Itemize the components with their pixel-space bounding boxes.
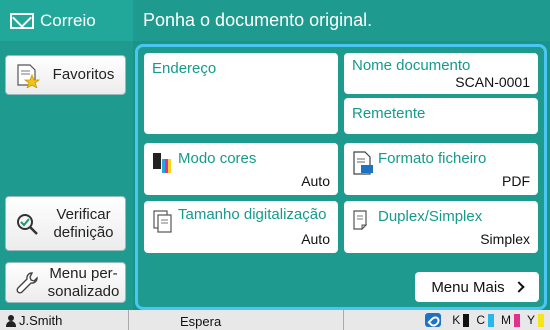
left-sidebar: Correio Favoritos Verificar definição Me…: [0, 0, 133, 310]
instruction-bar: Ponha o documento original.: [133, 0, 550, 41]
wrench-icon: [16, 271, 38, 294]
sender-tile[interactable]: Remetente: [344, 98, 538, 134]
color-mode-label: Modo cores: [178, 150, 257, 167]
ink-m-label: M: [500, 313, 511, 327]
user-indicator[interactable]: J.Smith: [6, 313, 62, 328]
scan-size-label: Tamanho digitalização: [178, 206, 327, 223]
check-settings-button[interactable]: Verificar definição: [5, 196, 126, 251]
favorites-icon: [17, 64, 40, 88]
magnifier-check-icon: [17, 213, 38, 235]
file-format-label: Formato ficheiro: [378, 150, 487, 167]
status-divider: [343, 310, 344, 330]
duplex-tile[interactable]: Duplex/Simplex Simplex: [344, 201, 538, 253]
address-label: Endereço: [152, 60, 217, 77]
color-mode-icon: [153, 153, 171, 173]
duplex-label: Duplex/Simplex: [378, 208, 483, 225]
document-name-tile[interactable]: Nome documento SCAN-0001: [344, 53, 538, 94]
ink-k-label: K: [452, 313, 461, 327]
file-format-icon: [353, 151, 373, 175]
favorites-label: Favoritos: [52, 66, 115, 84]
duplex-icon: [353, 210, 368, 231]
scan-size-value: Auto: [301, 231, 330, 247]
ink-m-swatch: [513, 313, 520, 327]
mode-tab: Correio: [0, 0, 133, 41]
instruction-text: Ponha o documento original.: [143, 10, 373, 30]
settings-panel: Endereço Nome documento SCAN-0001 Remete…: [135, 44, 547, 310]
ink-drop-icon: [425, 313, 442, 327]
address-tile[interactable]: Endereço: [144, 53, 338, 134]
custom-menu-button[interactable]: Menu per-sonalizado: [5, 262, 126, 303]
status-bar: J.Smith Espera K C M Y: [0, 310, 550, 330]
document-name-value: SCAN-0001: [455, 74, 530, 90]
chevron-right-icon: [513, 281, 525, 293]
document-name-label: Nome documento: [352, 57, 471, 74]
mode-title: Correio: [40, 10, 96, 30]
status-divider: [128, 310, 129, 330]
ink-k-swatch: [463, 313, 470, 327]
file-format-value: PDF: [502, 173, 530, 189]
scan-size-icon: [153, 210, 172, 233]
ink-y-swatch: [538, 313, 544, 327]
ink-c-swatch: [487, 313, 494, 327]
envelope-icon: [10, 12, 34, 29]
color-mode-value: Auto: [301, 173, 330, 189]
machine-status: Espera: [180, 314, 222, 329]
more-menu-button[interactable]: Menu Mais: [415, 272, 539, 302]
user-name: J.Smith: [19, 313, 63, 328]
duplex-value: Simplex: [480, 231, 530, 247]
favorites-button[interactable]: Favoritos: [5, 55, 126, 95]
more-menu-label: Menu Mais: [431, 278, 505, 296]
file-format-tile[interactable]: Formato ficheiro PDF: [344, 143, 538, 195]
check-settings-label: Verificar definição: [53, 206, 114, 241]
ink-y-label: Y: [526, 313, 535, 327]
scan-size-tile[interactable]: Tamanho digitalização Auto: [144, 201, 338, 253]
color-mode-tile[interactable]: Modo cores Auto: [144, 143, 338, 195]
custom-menu-label: Menu per-sonalizado: [47, 265, 120, 300]
ink-levels[interactable]: K C M Y: [425, 313, 544, 327]
ink-c-label: C: [476, 313, 485, 327]
sender-label: Remetente: [352, 105, 426, 122]
user-icon: [6, 314, 16, 327]
